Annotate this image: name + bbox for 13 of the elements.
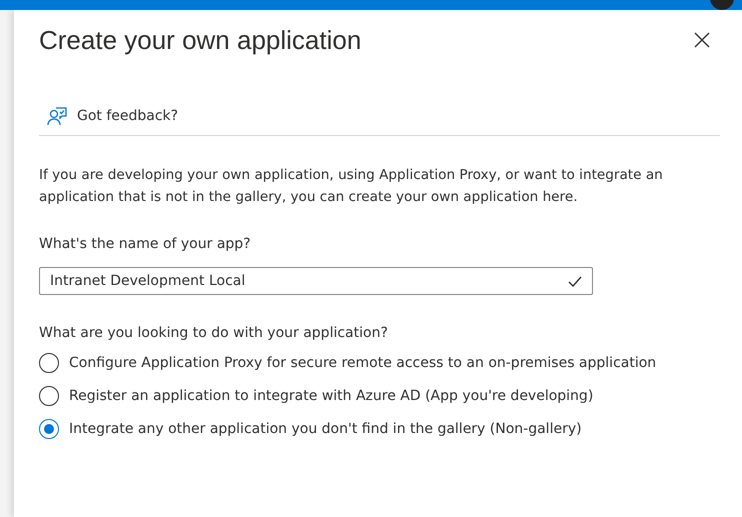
panel-title: Create your own application (39, 24, 362, 56)
question-label: What are you looking to do with your application? (39, 325, 389, 341)
field-label: What's the name of your app? (39, 236, 252, 252)
feedback-button[interactable]: Got feedback? (39, 106, 178, 126)
radio-option[interactable]: Configure Application Proxy for secure remote access to an on-premises application (39, 351, 720, 374)
feedback-icon (47, 106, 67, 126)
radio-option[interactable]: Integrate any other application you don't find in the gallery (Non-gallery) (39, 417, 720, 440)
radio-button[interactable] (39, 386, 59, 406)
radio-button[interactable] (39, 418, 59, 438)
description-text: If you are developing your own application, using Application Proxy, or want to integrate an application that is not in the gallery, you can create your own application here. (39, 166, 664, 207)
radio-option[interactable]: Register an application to integrate with Azure AD (App you're developing) (39, 384, 720, 407)
radio-button[interactable] (39, 352, 59, 372)
app-name-field[interactable]: Intranet Development Local (39, 267, 593, 295)
